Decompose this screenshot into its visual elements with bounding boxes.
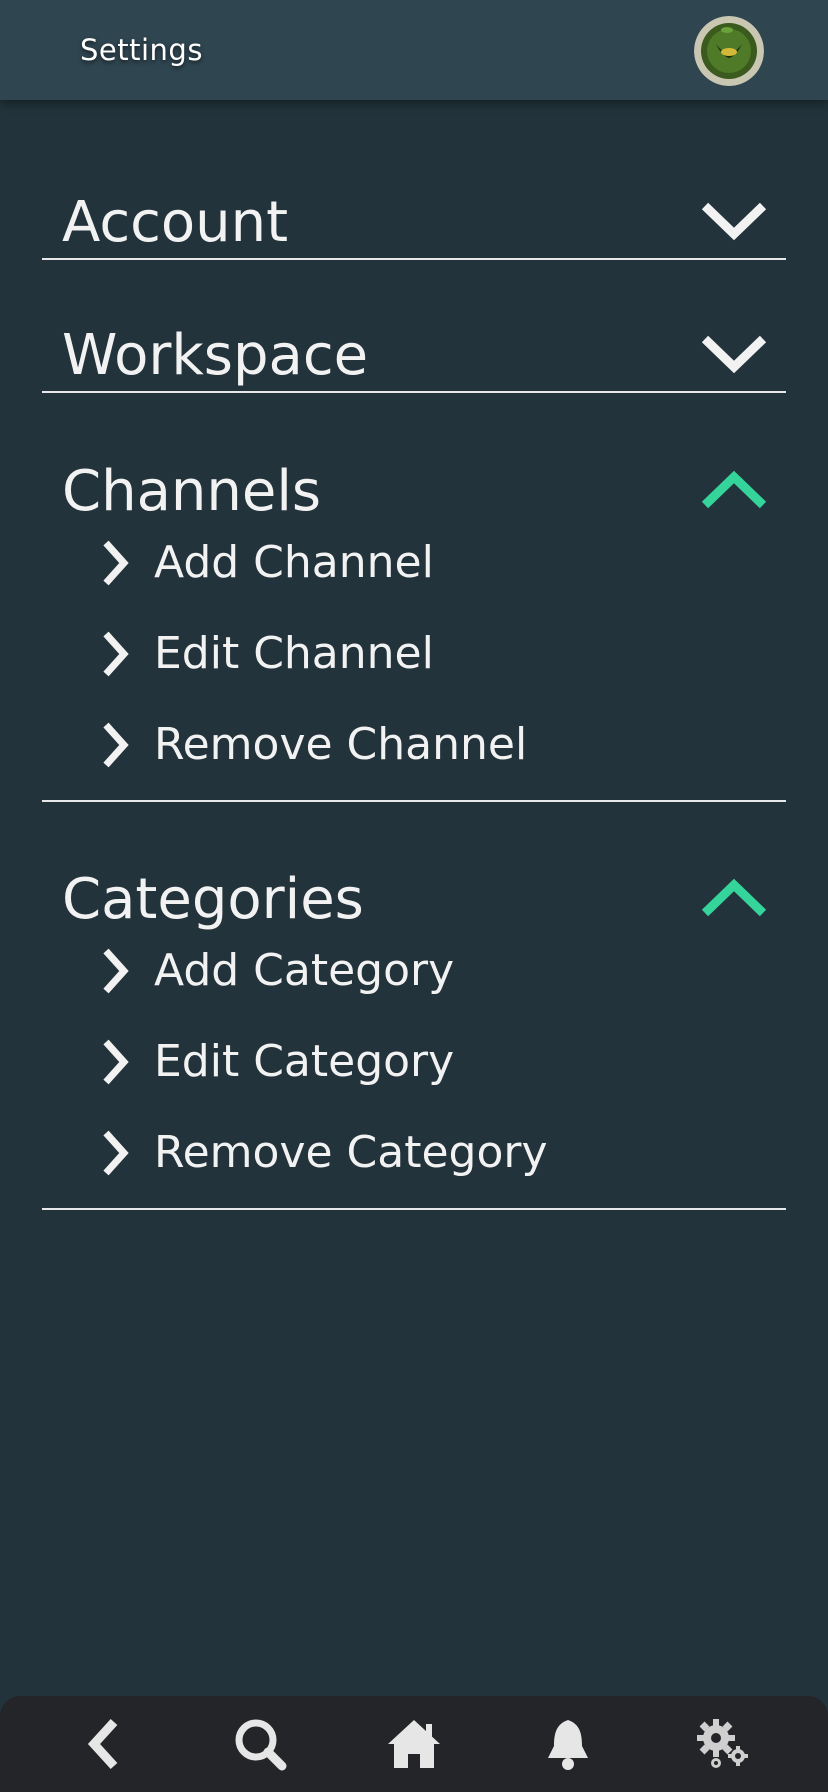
section-channels-title: Channels: [62, 459, 322, 524]
section-account: Account: [42, 178, 786, 260]
section-categories-header[interactable]: Categories: [42, 855, 786, 935]
add-category-item[interactable]: Add Category: [42, 935, 786, 1026]
home-icon: [388, 1720, 440, 1768]
avatar[interactable]: [694, 16, 764, 86]
bell-icon: [548, 1720, 588, 1770]
section-workspace: Workspace: [42, 311, 786, 393]
search-icon: [235, 1719, 287, 1771]
back-button[interactable]: [74, 1716, 134, 1772]
add-category-label: Add Category: [154, 945, 455, 996]
section-account-title: Account: [62, 190, 289, 255]
chevron-up-icon[interactable]: [699, 465, 769, 515]
settings-button[interactable]: [694, 1716, 754, 1772]
section-channels: Channels Add Channel Edit Channel Remove…: [42, 447, 786, 802]
add-channel-item[interactable]: Add Channel: [42, 527, 786, 618]
edit-category-item[interactable]: Edit Category: [42, 1026, 786, 1117]
chevron-up-icon[interactable]: [699, 873, 769, 923]
chevron-right-icon: [103, 722, 129, 768]
home-button[interactable]: [384, 1716, 444, 1772]
section-account-header[interactable]: Account: [42, 178, 786, 258]
add-channel-label: Add Channel: [154, 537, 434, 588]
chevron-right-icon: [103, 631, 129, 677]
remove-channel-item[interactable]: Remove Channel: [42, 709, 786, 800]
avatar-image: [694, 16, 764, 86]
notifications-button[interactable]: [538, 1716, 598, 1772]
section-workspace-title: Workspace: [62, 323, 369, 388]
chevron-right-icon: [103, 1130, 129, 1176]
edit-channel-item[interactable]: Edit Channel: [42, 618, 786, 709]
remove-category-label: Remove Category: [154, 1127, 548, 1178]
section-categories-title: Categories: [62, 867, 364, 932]
chevron-right-icon: [103, 1039, 129, 1085]
chevron-down-icon[interactable]: [699, 196, 769, 246]
chevron-right-icon: [103, 948, 129, 994]
section-workspace-header[interactable]: Workspace: [42, 311, 786, 391]
chevron-down-icon[interactable]: [699, 329, 769, 379]
top-bar: Settings: [0, 0, 828, 100]
chevron-right-icon: [103, 540, 129, 586]
bottom-nav: [0, 1696, 828, 1792]
gears-icon: [697, 1719, 748, 1768]
edit-channel-label: Edit Channel: [154, 628, 434, 679]
page-title: Settings: [80, 33, 203, 67]
remove-category-item[interactable]: Remove Category: [42, 1117, 786, 1208]
section-categories: Categories Add Category Edit Category Re…: [42, 855, 786, 1210]
back-icon: [87, 1718, 118, 1770]
search-button[interactable]: [230, 1716, 290, 1772]
edit-category-label: Edit Category: [154, 1036, 455, 1087]
remove-channel-label: Remove Channel: [154, 719, 528, 770]
section-channels-header[interactable]: Channels: [42, 447, 786, 527]
